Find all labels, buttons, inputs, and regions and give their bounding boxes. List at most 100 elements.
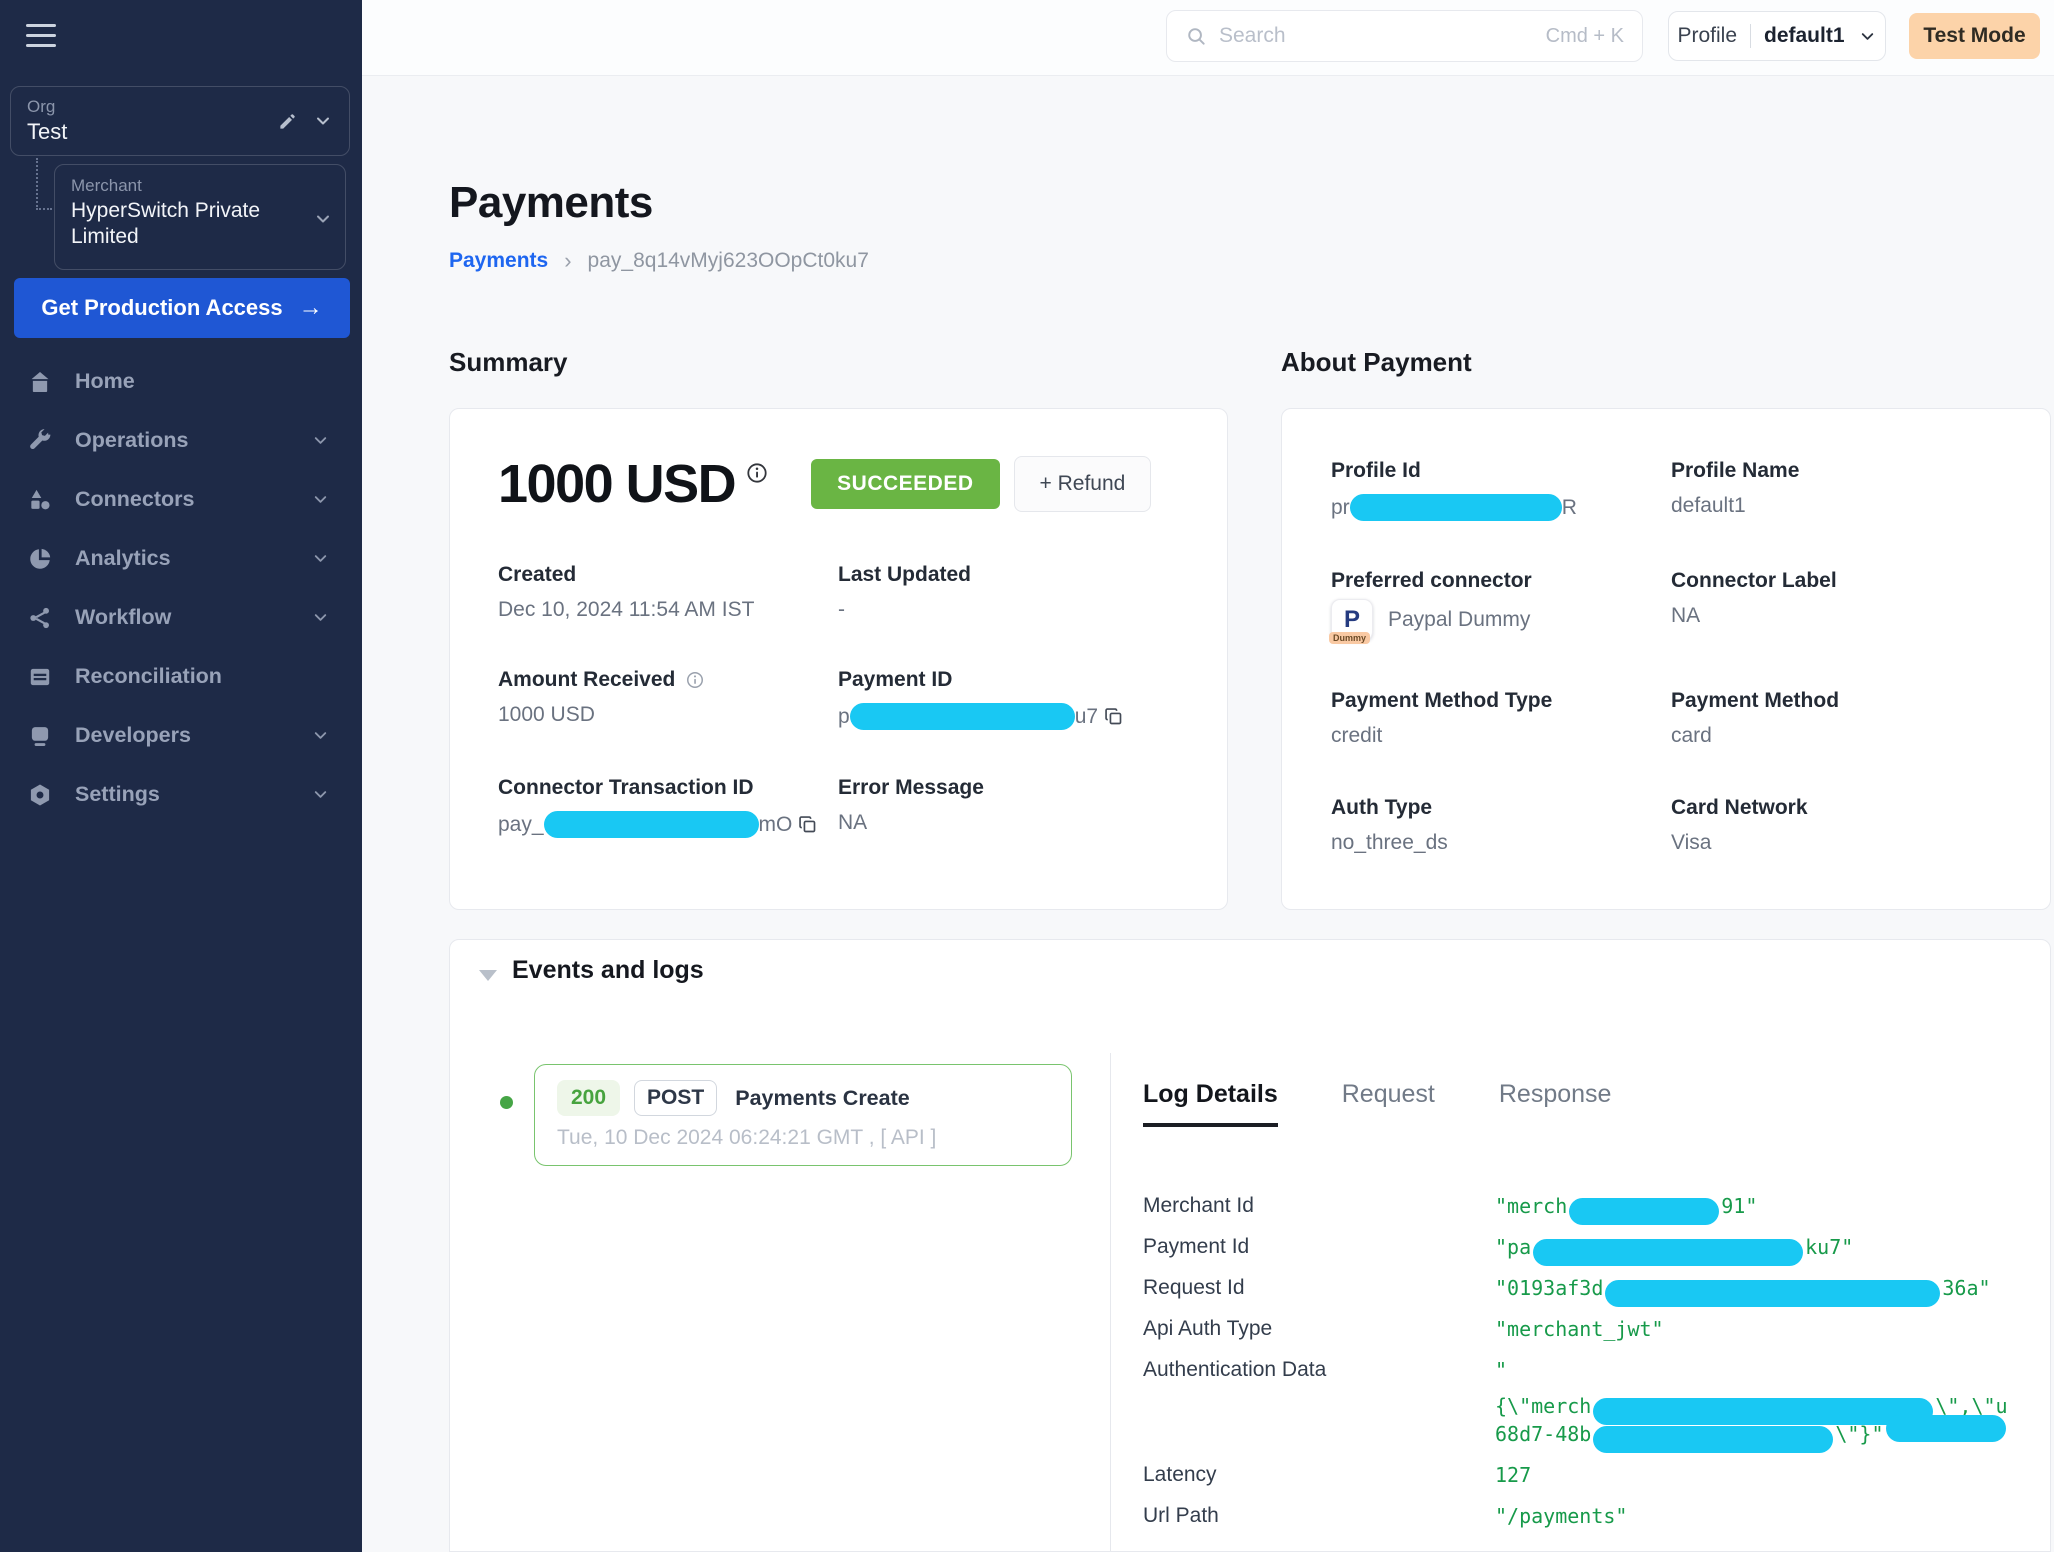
summary-heading: Summary bbox=[449, 347, 568, 378]
redaction-bar bbox=[1569, 1198, 1719, 1225]
org-value: Test bbox=[27, 119, 278, 145]
sidebar-item-reconciliation[interactable]: Reconciliation bbox=[0, 647, 362, 706]
log-merchant-id-label: Merchant Id bbox=[1143, 1192, 1495, 1218]
event-name: Payments Create bbox=[735, 1086, 909, 1111]
page-title: Payments bbox=[449, 178, 653, 228]
log-request-id-label: Request Id bbox=[1143, 1274, 1495, 1300]
field-auth-type: Auth Type no_three_ds bbox=[1331, 796, 1671, 855]
field-connector-label: Connector Label NA bbox=[1671, 569, 2020, 641]
profile-divider bbox=[1750, 24, 1751, 48]
profile-label: Profile bbox=[1677, 24, 1737, 48]
about-payment-card: Profile Id prR Profile Name default1 Pre… bbox=[1281, 408, 2051, 910]
log-url-path-value: "/payments" bbox=[1495, 1502, 2032, 1530]
hamburger-menu-icon[interactable] bbox=[26, 24, 60, 54]
http-method-badge: POST bbox=[634, 1080, 717, 1116]
log-merchant-id-value: "merch91" bbox=[1495, 1192, 2032, 1220]
field-connector-transaction-id: Connector Transaction ID pay_mO bbox=[498, 776, 838, 838]
sidebar-item-home[interactable]: Home bbox=[0, 352, 362, 411]
sidebar-item-label: Settings bbox=[75, 782, 160, 807]
tab-request[interactable]: Request bbox=[1342, 1080, 1435, 1127]
redaction-bar bbox=[544, 811, 759, 838]
chevron-down-icon bbox=[311, 608, 330, 627]
breadcrumb-current: pay_8q14vMyj623OOpCt0ku7 bbox=[588, 249, 869, 273]
tab-response[interactable]: Response bbox=[1499, 1080, 1612, 1127]
laptop-icon bbox=[26, 722, 53, 749]
search-input[interactable] bbox=[1219, 24, 1534, 48]
sidebar-item-analytics[interactable]: Analytics bbox=[0, 529, 362, 588]
org-label: Org bbox=[27, 97, 278, 117]
sidebar-item-label: Analytics bbox=[75, 546, 171, 571]
info-icon[interactable] bbox=[685, 670, 705, 690]
sidebar-item-label: Developers bbox=[75, 723, 191, 748]
field-error-message: Error Message NA bbox=[838, 776, 1187, 838]
redaction-bar bbox=[1533, 1239, 1803, 1266]
log-url-path-label: Url Path bbox=[1143, 1502, 1495, 1528]
events-and-logs-card: Events and logs 200 POST Payments Create… bbox=[449, 939, 2051, 1552]
event-item-payments-create[interactable]: 200 POST Payments Create Tue, 10 Dec 202… bbox=[534, 1064, 1072, 1166]
arrow-right-icon: → bbox=[299, 294, 323, 322]
org-selector[interactable]: Org Test bbox=[10, 86, 350, 156]
sidebar-item-connectors[interactable]: Connectors bbox=[0, 470, 362, 529]
profile-value: default1 bbox=[1764, 24, 1845, 48]
events-and-logs-heading: Events and logs bbox=[512, 956, 704, 985]
breadcrumb-chevron-icon: › bbox=[564, 248, 571, 274]
log-authentication-data-value: " {\"merch\",\"u 68d7-48b\"}" bbox=[1495, 1356, 2032, 1448]
redaction-bar bbox=[1350, 494, 1562, 521]
sidebar-item-operations[interactable]: Operations bbox=[0, 411, 362, 470]
chevron-down-icon bbox=[311, 490, 330, 509]
field-last-updated: Last Updated - bbox=[838, 563, 1187, 622]
merchant-selector[interactable]: Merchant HyperSwitch Private Limited bbox=[54, 164, 346, 270]
profile-selector[interactable]: Profile default1 bbox=[1668, 11, 1886, 61]
sidebar-item-settings[interactable]: Settings bbox=[0, 765, 362, 824]
redaction-bar bbox=[1886, 1415, 2006, 1442]
chevron-down-icon bbox=[311, 726, 330, 745]
copy-icon[interactable] bbox=[1103, 706, 1124, 727]
sidebar-nav: Home Operations Connectors Analytics Wor… bbox=[0, 352, 362, 824]
profile-chevron-down-icon bbox=[1858, 27, 1877, 46]
log-api-auth-type-label: Api Auth Type bbox=[1143, 1315, 1495, 1341]
copy-icon[interactable] bbox=[797, 814, 818, 835]
summary-card: 1000 USD SUCCEEDED + Refund Created Dec … bbox=[449, 408, 1228, 910]
field-amount-received: Amount Received 1000 USD bbox=[498, 668, 838, 730]
redaction-bar bbox=[850, 703, 1075, 730]
log-payment-id-label: Payment Id bbox=[1143, 1233, 1495, 1259]
collapse-triangle-icon[interactable] bbox=[479, 970, 497, 981]
global-search: Cmd + K bbox=[1166, 10, 1643, 62]
sidebar-item-workflow[interactable]: Workflow bbox=[0, 588, 362, 647]
field-payment-method: Payment Method card bbox=[1671, 689, 2020, 748]
wrench-icon bbox=[26, 427, 53, 454]
merchant-label: Merchant bbox=[71, 176, 329, 196]
org-chevron-down-icon[interactable] bbox=[313, 111, 333, 131]
pie-chart-icon bbox=[26, 545, 53, 572]
test-mode-button[interactable]: Test Mode bbox=[1909, 13, 2040, 59]
cta-label: Get Production Access bbox=[41, 295, 282, 321]
log-authentication-data-label: Authentication Data bbox=[1143, 1356, 1495, 1382]
field-profile-name: Profile Name default1 bbox=[1671, 459, 2020, 521]
field-preferred-connector: Preferred connector P Dummy Paypal Dummy bbox=[1331, 569, 1671, 641]
sidebar-item-label: Home bbox=[75, 369, 135, 394]
field-payment-id: Payment ID pu7 bbox=[838, 668, 1187, 730]
field-payment-method-type: Payment Method Type credit bbox=[1331, 689, 1671, 748]
tab-log-details[interactable]: Log Details bbox=[1143, 1080, 1278, 1127]
sidebar-item-developers[interactable]: Developers bbox=[0, 706, 362, 765]
get-production-access-button[interactable]: Get Production Access → bbox=[14, 278, 350, 338]
hyperswitch-dashboard: Org Test Merchant HyperSwitch Private Li… bbox=[0, 0, 2054, 1552]
log-latency-value: 127 bbox=[1495, 1461, 2032, 1489]
refund-button[interactable]: + Refund bbox=[1014, 456, 1152, 512]
event-timestamp: Tue, 10 Dec 2024 06:24:21 GMT , [ API ] bbox=[557, 1126, 1049, 1150]
log-payment-id-value: "paku7" bbox=[1495, 1233, 2032, 1261]
chevron-down-icon bbox=[311, 785, 330, 804]
payment-amount: 1000 USD bbox=[498, 453, 735, 515]
field-profile-id: Profile Id prR bbox=[1331, 459, 1671, 521]
status-code-badge: 200 bbox=[557, 1080, 620, 1116]
sidebar-item-label: Connectors bbox=[75, 487, 194, 512]
search-shortcut-hint: Cmd + K bbox=[1546, 25, 1624, 48]
breadcrumb-payments-link[interactable]: Payments bbox=[449, 249, 548, 273]
edit-pencil-icon[interactable] bbox=[278, 112, 297, 131]
share-nodes-icon bbox=[26, 604, 53, 631]
merchant-chevron-down-icon[interactable] bbox=[313, 209, 333, 234]
redaction-bar bbox=[1593, 1426, 1833, 1453]
merchant-value: HyperSwitch Private Limited bbox=[71, 198, 271, 250]
amount-info-icon[interactable] bbox=[745, 461, 769, 490]
sidebar-item-label: Workflow bbox=[75, 605, 171, 630]
